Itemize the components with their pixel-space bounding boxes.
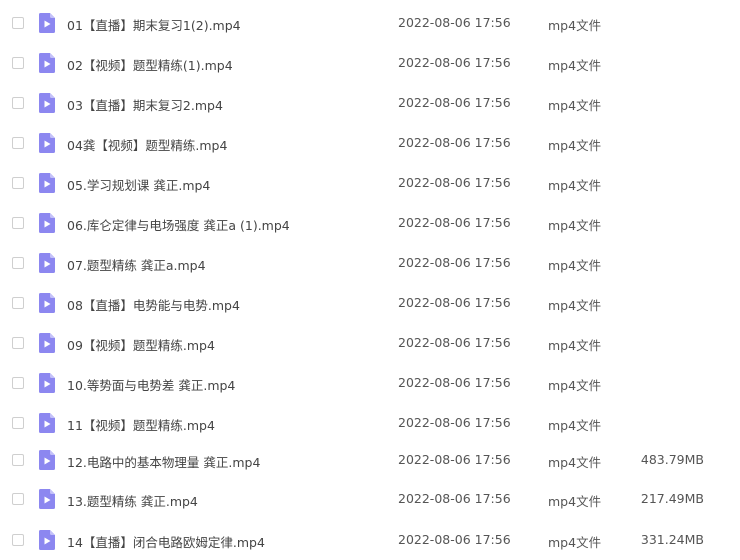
file-row[interactable]: 02【视频】题型精练(1).mp4 2022-08-06 17:56 mp4文件 (0, 48, 740, 80)
video-file-icon (39, 173, 55, 193)
file-type: mp4文件 (548, 18, 602, 33)
file-name[interactable]: 13.题型精练 龚正.mp4 (67, 491, 377, 510)
video-file-icon (39, 450, 55, 470)
file-name[interactable]: 08【直播】电势能与电势.mp4 (67, 295, 377, 314)
video-file-icon (39, 373, 55, 393)
file-size: 217.49MB (640, 491, 704, 506)
video-file-icon (39, 93, 55, 113)
file-name[interactable]: 04龚【视频】题型精练.mp4 (67, 135, 377, 154)
file-row[interactable]: 11【视频】题型精练.mp4 2022-08-06 17:56 mp4文件 (0, 408, 740, 440)
file-name[interactable]: 01【直播】期末复习1(2).mp4 (67, 15, 377, 34)
file-name[interactable]: 14【直播】闭合电路欧姆定律.mp4 (67, 532, 377, 551)
file-list: 01【直播】期末复习1(2).mp4 2022-08-06 17:56 mp4文… (0, 0, 740, 560)
file-row[interactable]: 03【直播】期末复习2.mp4 2022-08-06 17:56 mp4文件 (0, 88, 740, 120)
file-type: mp4文件 (548, 418, 602, 433)
file-name[interactable]: 10.等势面与电势差 龚正.mp4 (67, 375, 377, 394)
file-date: 2022-08-06 17:56 (398, 375, 511, 390)
row-checkbox[interactable] (12, 57, 24, 69)
file-row[interactable]: 14【直播】闭合电路欧姆定律.mp4 2022-08-06 17:56 mp4文… (0, 525, 740, 557)
file-date: 2022-08-06 17:56 (398, 55, 511, 70)
file-row[interactable]: 01【直播】期末复习1(2).mp4 2022-08-06 17:56 mp4文… (0, 8, 740, 40)
row-checkbox[interactable] (12, 97, 24, 109)
file-name[interactable]: 02【视频】题型精练(1).mp4 (67, 55, 377, 74)
file-date: 2022-08-06 17:56 (398, 452, 511, 467)
file-date: 2022-08-06 17:56 (398, 135, 511, 150)
row-checkbox[interactable] (12, 17, 24, 29)
video-file-icon (39, 489, 55, 509)
video-file-icon (39, 133, 55, 153)
row-checkbox[interactable] (12, 177, 24, 189)
file-type: mp4文件 (548, 98, 602, 113)
file-date: 2022-08-06 17:56 (398, 532, 511, 547)
file-row[interactable]: 09【视频】题型精练.mp4 2022-08-06 17:56 mp4文件 (0, 328, 740, 360)
file-name[interactable]: 03【直播】期末复习2.mp4 (67, 95, 377, 114)
file-row[interactable]: 13.题型精练 龚正.mp4 2022-08-06 17:56 mp4文件 21… (0, 484, 740, 516)
file-size: 483.79MB (640, 452, 704, 467)
row-checkbox[interactable] (12, 217, 24, 229)
file-name[interactable]: 09【视频】题型精练.mp4 (67, 335, 377, 354)
row-checkbox[interactable] (12, 454, 24, 466)
file-type: mp4文件 (548, 494, 602, 509)
video-file-icon (39, 293, 55, 313)
video-file-icon (39, 530, 55, 550)
file-type: mp4文件 (548, 338, 602, 353)
file-type: mp4文件 (548, 178, 602, 193)
file-date: 2022-08-06 17:56 (398, 175, 511, 190)
file-row[interactable]: 04龚【视频】题型精练.mp4 2022-08-06 17:56 mp4文件 (0, 128, 740, 160)
file-row[interactable]: 08【直播】电势能与电势.mp4 2022-08-06 17:56 mp4文件 (0, 288, 740, 320)
file-size: 331.24MB (640, 532, 704, 547)
file-date: 2022-08-06 17:56 (398, 415, 511, 430)
file-date: 2022-08-06 17:56 (398, 15, 511, 30)
file-date: 2022-08-06 17:56 (398, 335, 511, 350)
row-checkbox[interactable] (12, 534, 24, 546)
file-type: mp4文件 (548, 218, 602, 233)
video-file-icon (39, 253, 55, 273)
file-type: mp4文件 (548, 378, 602, 393)
file-name[interactable]: 11【视频】题型精练.mp4 (67, 415, 377, 434)
file-type: mp4文件 (548, 138, 602, 153)
file-date: 2022-08-06 17:56 (398, 295, 511, 310)
video-file-icon (39, 53, 55, 73)
row-checkbox[interactable] (12, 257, 24, 269)
file-type: mp4文件 (548, 58, 602, 73)
video-file-icon (39, 13, 55, 33)
file-date: 2022-08-06 17:56 (398, 255, 511, 270)
row-checkbox[interactable] (12, 417, 24, 429)
file-type: mp4文件 (548, 455, 602, 470)
file-row[interactable]: 07.题型精练 龚正a.mp4 2022-08-06 17:56 mp4文件 (0, 248, 740, 280)
file-row[interactable]: 06.库仑定律与电场强度 龚正a (1).mp4 2022-08-06 17:5… (0, 208, 740, 240)
row-checkbox[interactable] (12, 137, 24, 149)
file-type: mp4文件 (548, 258, 602, 273)
file-row[interactable]: 05.学习规划课 龚正.mp4 2022-08-06 17:56 mp4文件 (0, 168, 740, 200)
file-row[interactable]: 10.等势面与电势差 龚正.mp4 2022-08-06 17:56 mp4文件 (0, 368, 740, 400)
file-date: 2022-08-06 17:56 (398, 491, 511, 506)
file-row[interactable]: 12.电路中的基本物理量 龚正.mp4 2022-08-06 17:56 mp4… (0, 445, 740, 477)
row-checkbox[interactable] (12, 377, 24, 389)
file-type: mp4文件 (548, 535, 602, 550)
row-checkbox[interactable] (12, 493, 24, 505)
file-name[interactable]: 07.题型精练 龚正a.mp4 (67, 255, 377, 274)
file-name[interactable]: 05.学习规划课 龚正.mp4 (67, 175, 377, 194)
row-checkbox[interactable] (12, 297, 24, 309)
row-checkbox[interactable] (12, 337, 24, 349)
file-name[interactable]: 12.电路中的基本物理量 龚正.mp4 (67, 452, 377, 471)
file-date: 2022-08-06 17:56 (398, 95, 511, 110)
video-file-icon (39, 213, 55, 233)
video-file-icon (39, 333, 55, 353)
file-type: mp4文件 (548, 298, 602, 313)
video-file-icon (39, 413, 55, 433)
file-name[interactable]: 06.库仑定律与电场强度 龚正a (1).mp4 (67, 215, 377, 234)
file-date: 2022-08-06 17:56 (398, 215, 511, 230)
